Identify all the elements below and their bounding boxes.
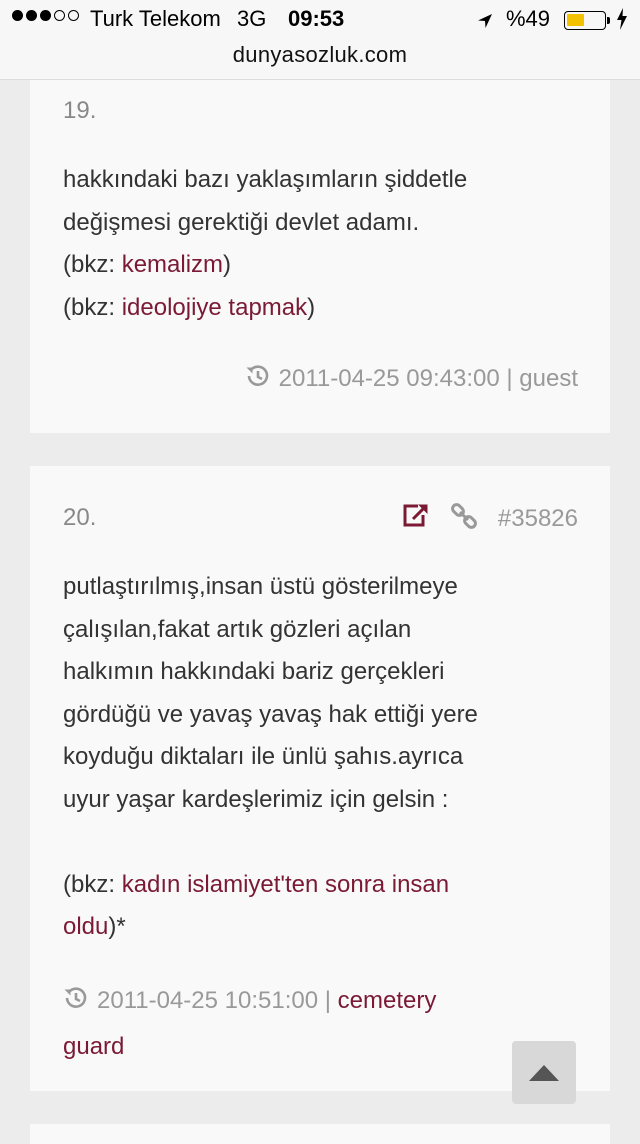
entry-card: 20. #35826 putlaştırılmış,insan üstü gös… — [30, 466, 610, 1091]
battery-icon — [564, 11, 606, 30]
charging-bolt-icon — [616, 8, 628, 36]
entry-number: 19. — [63, 97, 97, 124]
caret-up-icon — [529, 1065, 559, 1081]
history-icon — [63, 983, 89, 1026]
carrier-name: Turk Telekom — [90, 6, 221, 31]
entry-meta: 2011-04-25 10:51:00 | cemetery guard — [63, 980, 583, 1068]
reference-link-kadin-islamiyet[interactable]: kadın islamiyet'ten sonra insan — [122, 871, 449, 898]
entry-text-line: uyur yaşar kardeşlerimiz için gelsin : — [63, 785, 449, 813]
battery-percentage: %49 — [506, 6, 551, 31]
entry-author[interactable]: cemetery — [338, 987, 437, 1014]
entry-text-line: değişmesi gerektiği devlet adamı. — [63, 208, 420, 236]
entry-actions: #35826 — [402, 502, 578, 535]
signal-strength-icon — [12, 10, 79, 21]
reference-line: (bkz: kemalizm) — [63, 251, 232, 278]
chain-link-icon[interactable] — [450, 502, 478, 535]
entry-body: putlaştırılmış,insan üstü gösterilmeye ç… — [63, 566, 583, 949]
entry-text-line: putlaştırılmış,insan üstü gösterilmeye — [63, 573, 458, 600]
status-bar: Turk Telekom 3G 09:53 %49 dunyasozluk.co… — [0, 0, 640, 80]
entry-id[interactable]: #35826 — [498, 505, 578, 533]
clock: 09:53 — [288, 6, 345, 31]
address-bar[interactable]: dunyasozluk.com — [0, 42, 640, 68]
entry-number: 20. — [63, 504, 97, 531]
reference-line: (bkz: kadın islamiyet'ten sonra insan — [63, 870, 450, 898]
entry-card — [30, 1124, 610, 1144]
entry-text-line: hakkındaki bazı yaklaşımların şiddetle — [63, 166, 468, 193]
location-arrow-icon — [476, 10, 494, 36]
reference-link-kadin-islamiyet-cont[interactable]: oldu — [63, 913, 108, 940]
entry-text-line: gördüğü ve yavaş yavaş hak ettiği yere — [63, 700, 478, 728]
network-type: 3G — [237, 6, 267, 31]
history-icon — [245, 363, 271, 396]
entry-timestamp[interactable]: 2011-04-25 09:43:00 — [279, 365, 500, 392]
entry-card: 19. hakkındaki bazı yaklaşımların şiddet… — [30, 80, 610, 433]
reference-line: (bkz: ideolojiye tapmak) — [63, 293, 316, 321]
entry-text-line: çalışılan,fakat artık gözleri açılan — [63, 615, 412, 643]
entry-author[interactable]: guest — [519, 365, 578, 392]
entry-author-cont[interactable]: guard — [63, 1033, 124, 1060]
entry-text-line: koyduğu diktaları ile ünlü şahıs.ayrıca — [63, 743, 464, 770]
entry-body: hakkındaki bazı yaklaşımların şiddetle d… — [63, 159, 583, 329]
entry-meta: 2011-04-25 09:43:00 | guest — [245, 363, 578, 396]
external-link-icon[interactable] — [402, 503, 430, 534]
reference-link-kemalizm[interactable]: kemalizm — [122, 251, 223, 278]
reference-link-ideolojiye-tapmak[interactable]: ideolojiye tapmak — [122, 294, 307, 321]
entry-text-line: halkımın hakkındaki bariz gerçekleri — [63, 658, 445, 685]
scroll-to-top-button[interactable] — [512, 1041, 576, 1104]
reference-line: oldu)* — [63, 913, 126, 940]
entry-timestamp[interactable]: 2011-04-25 10:51:00 — [97, 987, 318, 1014]
